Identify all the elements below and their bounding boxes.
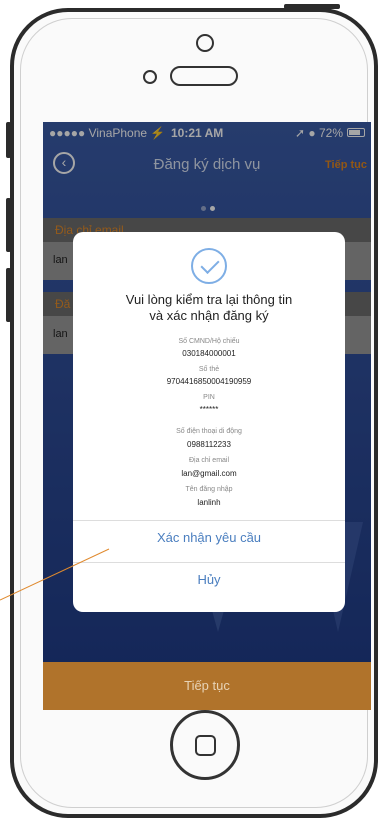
confirm-request-button[interactable]: Xác nhận yêu cầu <box>73 520 345 554</box>
pin-label: PIN <box>203 394 215 401</box>
dialog-title-line1: Vui lòng kiểm tra lại thông tin <box>125 292 293 307</box>
earpiece-speaker-icon <box>170 66 238 86</box>
id-number-label: Số CMND/Hộ chiếu <box>178 338 240 345</box>
phone-number-label: Số điện thoại di động <box>176 428 242 435</box>
id-number-value: 030184000001 <box>182 349 236 358</box>
email-address-label: Địa chỉ email <box>188 457 230 464</box>
confirm-dialog: Vui lòng kiểm tra lại thông tin và xác n… <box>73 232 345 612</box>
cancel-button[interactable]: Hủy <box>73 562 345 596</box>
pin-value: ****** <box>199 405 219 414</box>
dialog-title-line2: và xác nhận đăng ký <box>149 308 269 323</box>
phone-screen: ●●●●● VinaPhone ⚡ 10:21 AM ➚ ● 72% ‹ Đăn… <box>43 122 371 710</box>
card-number-value: 9704416850004190959 <box>166 377 252 386</box>
check-circle-icon <box>191 248 227 284</box>
home-square-icon <box>195 735 216 756</box>
mockup-stage: ●●●●● VinaPhone ⚡ 10:21 AM ➚ ● 72% ‹ Đăn… <box>0 0 390 824</box>
card-number-label: Số thẻ <box>198 366 220 373</box>
username-value: lanlinh <box>197 498 221 507</box>
username-label-dialog: Tên đăng nhập <box>185 486 233 493</box>
dialog-title: Vui lòng kiểm tra lại thông tin và xác n… <box>73 292 345 324</box>
proximity-sensor-icon <box>196 34 214 52</box>
home-button[interactable] <box>170 710 240 780</box>
continue-button[interactable]: Tiếp tục <box>43 662 371 710</box>
phone-number-value: 0988112233 <box>187 440 231 449</box>
front-camera-icon <box>143 70 157 84</box>
email-address-value: lan@gmail.com <box>181 469 237 478</box>
